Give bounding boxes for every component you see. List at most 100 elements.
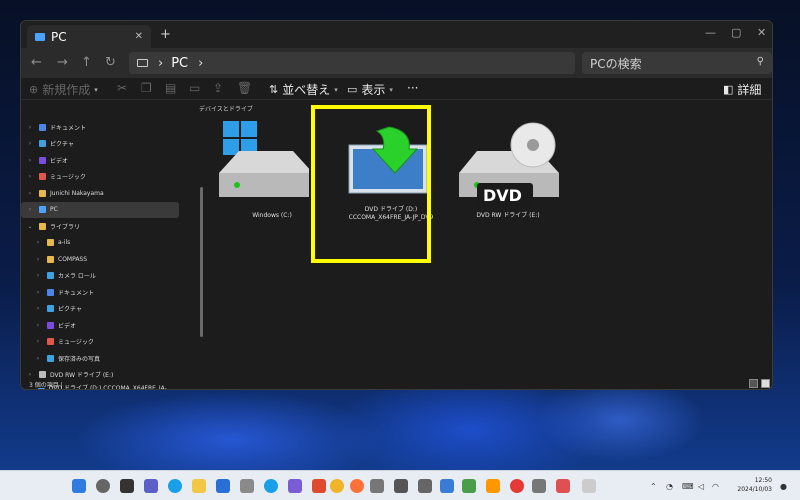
sidebar-item-label: ミュージック [58,339,94,346]
chevron-right-icon[interactable]: › [158,56,163,71]
maximize-button[interactable]: ▢ [731,26,741,39]
edge-icon[interactable] [168,479,182,493]
new-tab-button[interactable]: + [160,27,171,42]
task-view-icon[interactable] [120,479,134,493]
tiles-view-icon[interactable] [761,379,770,388]
sidebar-item[interactable]: › a-ils [21,235,179,251]
app-icon[interactable] [288,479,302,493]
sidebar-item[interactable]: › ドキュメント [21,284,179,300]
outlook-icon[interactable] [216,479,230,493]
clock[interactable]: 12:50 2024/10/03 [737,476,772,494]
search-icon[interactable] [96,479,110,493]
keyboard-icon[interactable]: ⌨ [682,482,694,491]
wifi-icon[interactable]: ◠ [712,482,719,491]
chevron-right-icon[interactable]: › [33,322,43,329]
app-icon[interactable] [418,479,432,493]
delete-icon[interactable]: 🗑 [237,81,252,95]
sidebar-item-label: COMPASS [58,255,88,263]
rename-icon[interactable]: ▭ [189,81,200,95]
tab-close-icon[interactable]: ✕ [135,31,143,42]
chevron-right-icon[interactable]: › [33,289,43,296]
app-icon[interactable] [556,479,570,493]
sidebar-item[interactable]: › ドキュメント [21,119,179,135]
sidebar-item[interactable]: ⌄ ライブラリ [21,218,179,234]
chevron-up-icon[interactable]: ⌃ [650,482,657,491]
notification-icon[interactable]: ● [780,482,787,491]
minimize-button[interactable]: — [705,26,716,39]
sidebar-item[interactable]: › ピクチャ [21,301,179,317]
sidebar-item[interactable]: › ミュージック [21,169,179,185]
file-explorer-icon[interactable] [192,479,206,493]
dvd-rw-e-drive[interactable]: DVD DVD RW ドライブ (E:) [453,113,563,233]
sort-button[interactable]: ⇅ 並べ替え ▾ [269,81,338,98]
mail-icon[interactable] [370,479,384,493]
network-icon[interactable]: ◔ [666,482,673,491]
address-path: PC [171,55,189,71]
chevron-right-icon[interactable]: › [33,338,43,345]
sidebar-item[interactable]: › カメラ ロール [21,268,179,284]
more-apps-icon[interactable] [582,479,596,493]
sidebar-item-label: Junichi Nakayama [50,189,104,197]
highlight-box [311,105,431,263]
cut-icon[interactable]: ✂ [117,81,127,95]
app-icon[interactable] [532,479,546,493]
up-button[interactable]: ↑ [81,55,92,70]
chrome-icon[interactable] [330,479,344,493]
folder-icon [39,140,46,147]
sidebar-item-label: ドキュメント [50,124,87,132]
forward-button[interactable]: → [57,55,68,70]
chevron-right-icon[interactable]: › [25,124,35,131]
chevron-right-icon[interactable]: › [25,140,35,147]
details-button[interactable]: ◧ 詳細 [723,81,761,98]
store-icon[interactable] [240,479,254,493]
chevron-right-icon[interactable]: › [198,56,203,71]
search-input[interactable]: PCの検索 ⚲ [582,52,772,74]
chevron-right-icon[interactable]: › [33,272,43,279]
sidebar-item-label: PC [50,206,58,213]
start-icon[interactable] [72,479,86,493]
sidebar-item[interactable]: › Junichi Nakayama [21,185,179,201]
chevron-right-icon[interactable]: › [33,256,43,263]
chevron-right-icon[interactable]: › [25,190,35,197]
app-icon[interactable] [462,479,476,493]
teams-icon[interactable] [144,479,158,493]
chevron-right-icon[interactable]: ⌄ [25,223,35,230]
sidebar-item[interactable]: › ビデオ [21,152,179,168]
chevron-right-icon[interactable]: › [25,173,35,180]
chevron-right-icon[interactable]: › [33,355,43,362]
new-button[interactable]: ⊕ 新規作成 ▾ [29,81,98,98]
chevron-right-icon[interactable]: › [33,239,43,246]
settings-icon[interactable] [440,479,454,493]
tab-pc[interactable]: PC ✕ [27,25,151,48]
app-icon[interactable] [312,479,326,493]
close-button[interactable]: ✕ [757,26,766,39]
chevron-right-icon[interactable]: › [25,371,35,378]
sidebar-item[interactable]: › COMPASS [21,251,179,267]
sidebar-item[interactable]: › ピクチャ [21,136,179,152]
refresh-button[interactable]: ↻ [105,55,116,70]
volume-icon[interactable]: ◁ [698,482,704,491]
details-view-icon[interactable] [749,379,758,388]
app-icon[interactable] [486,479,500,493]
firefox-icon[interactable] [350,479,364,493]
chevron-right-icon[interactable]: › [25,206,35,213]
address-bar[interactable]: › PC › [129,52,575,74]
view-button[interactable]: ▭ 表示 ▾ [347,81,393,98]
tab-label: PC [51,29,67,44]
app-icon[interactable] [510,479,524,493]
share-icon[interactable]: ⇪ [213,81,223,95]
windows-c-drive[interactable]: Windows (C:) [209,113,313,219]
sidebar-item[interactable]: › 保存済みの写真 [21,350,179,366]
copy-icon[interactable]: ❐ [141,81,152,95]
sidebar-item[interactable]: › ビデオ [21,317,179,333]
sidebar-item[interactable]: › PC [21,201,179,218]
app-icon[interactable] [394,479,408,493]
back-button[interactable]: ← [31,55,42,70]
chevron-right-icon[interactable]: › [25,157,35,164]
edge-dev-icon[interactable] [264,479,278,493]
paste-icon[interactable]: ▤ [165,81,176,95]
folder-icon [39,173,46,180]
sidebar-item[interactable]: › ミュージック [21,334,179,350]
chevron-right-icon[interactable]: › [33,305,43,312]
more-options-button[interactable]: ··· [407,81,418,95]
